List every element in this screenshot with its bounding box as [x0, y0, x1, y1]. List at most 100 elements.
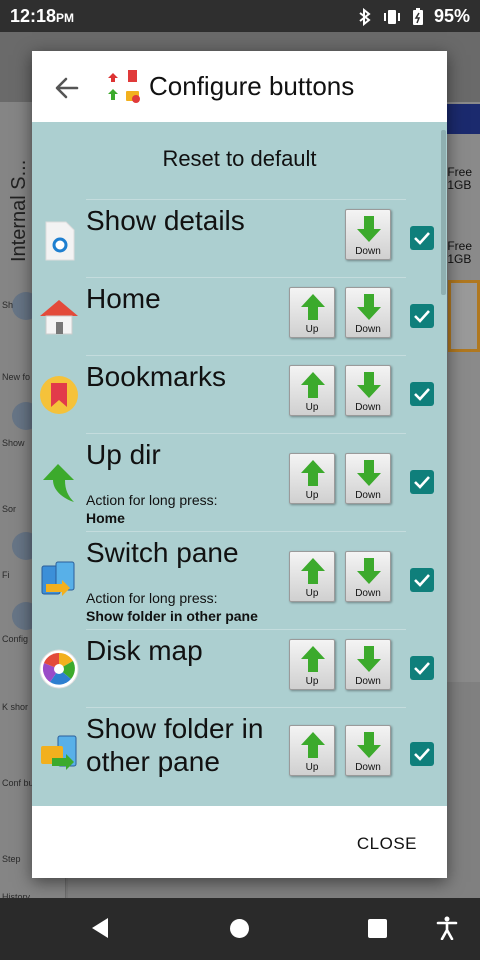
background-sidebar-label: Config: [2, 634, 29, 644]
move-up-button[interactable]: Up: [289, 453, 335, 504]
row-divider: [86, 707, 406, 708]
background-free-space: Free 1GB: [447, 239, 472, 266]
row-label: Up dir: [86, 439, 161, 470]
enabled-checkbox[interactable]: [410, 304, 434, 328]
enabled-checkbox[interactable]: [410, 382, 434, 406]
check-icon: [414, 476, 430, 489]
row-divider: [86, 199, 406, 200]
move-down-button[interactable]: Down: [345, 209, 391, 260]
arrow-up-icon: [301, 294, 325, 320]
status-icons: 95%: [358, 6, 470, 27]
row-label: Home: [86, 283, 161, 314]
move-down-button[interactable]: Down: [345, 287, 391, 338]
move-up-button[interactable]: Up: [289, 725, 335, 776]
enabled-checkbox[interactable]: [410, 470, 434, 494]
row-label: Disk map: [86, 635, 203, 666]
enabled-checkbox[interactable]: [410, 226, 434, 250]
background-sidebar-label: Step: [2, 854, 21, 864]
battery-icon: [412, 7, 423, 25]
close-button[interactable]: CLOSE: [357, 834, 417, 854]
dialog-header: Configure buttons: [32, 51, 447, 122]
arrow-up-icon: [301, 646, 325, 672]
row-label: Show folder in other pane: [86, 713, 264, 777]
enabled-checkbox[interactable]: [410, 656, 434, 680]
arrow-up-icon: [301, 558, 325, 584]
background-sidebar-label: Fi: [2, 570, 10, 580]
configure-buttons-dialog: Configure buttons Reset to default Show …: [32, 51, 447, 878]
check-icon: [414, 574, 430, 587]
bookmarks-icon: [40, 376, 78, 414]
move-up-button[interactable]: Up: [289, 365, 335, 416]
up-dir-icon: [43, 464, 74, 502]
move-down-button[interactable]: Down: [345, 453, 391, 504]
check-icon: [414, 662, 430, 675]
arrow-down-icon: [357, 732, 381, 758]
long-press-value: Show folder in other pane: [86, 608, 258, 624]
arrow-up-icon: [301, 460, 325, 486]
move-down-button[interactable]: Down: [345, 551, 391, 602]
check-icon: [414, 388, 430, 401]
row-label: Switch pane: [86, 537, 239, 568]
check-icon: [414, 232, 430, 245]
move-down-button[interactable]: Down: [345, 725, 391, 776]
arrow-down-icon: [357, 460, 381, 486]
row-label: Show details: [86, 205, 245, 236]
background-selected-tile: [448, 280, 480, 352]
dialog-footer: CLOSE: [32, 806, 447, 878]
reset-to-default-button[interactable]: Reset to default: [32, 146, 447, 172]
arrow-up-icon: [301, 372, 325, 398]
row-divider: [86, 531, 406, 532]
nav-home-button[interactable]: [230, 919, 249, 938]
dialog-title: Configure buttons: [149, 71, 355, 101]
nav-recents-button[interactable]: [368, 919, 387, 938]
row-label: Bookmarks: [86, 361, 227, 392]
arrow-down-icon: [357, 372, 381, 398]
background-free-space: Free 1GB: [447, 165, 472, 192]
enabled-checkbox[interactable]: [410, 742, 434, 766]
row-divider: [86, 355, 406, 356]
background-sidebar-label: Show: [2, 438, 25, 448]
move-up-button[interactable]: Up: [289, 551, 335, 602]
dialog-content: Reset to default Show details Down Home …: [32, 122, 447, 806]
background-sidebar-label: Sor: [2, 504, 17, 514]
nav-back-icon[interactable]: [90, 917, 110, 939]
enabled-checkbox[interactable]: [410, 568, 434, 592]
background-sidebar-label: New fo: [2, 372, 31, 382]
check-icon: [414, 748, 430, 761]
background-header-strip: [446, 104, 480, 134]
background-sidebar-label: Sh: [2, 300, 14, 310]
long-press-value: Home: [86, 510, 125, 526]
long-press-caption: Action for long press:: [86, 492, 218, 508]
check-icon: [414, 310, 430, 323]
status-bar: 12:18PM 95%: [0, 0, 480, 32]
row-divider: [86, 433, 406, 434]
switch-pane-icon: [41, 561, 75, 596]
arrow-down-icon: [357, 216, 381, 242]
arrow-back-icon: [55, 77, 79, 99]
move-up-button[interactable]: Up: [289, 287, 335, 338]
configure-buttons-icon: [104, 67, 144, 107]
background-storage-label: Internal S...: [8, 159, 30, 262]
move-down-button[interactable]: Down: [345, 365, 391, 416]
long-press-caption: Action for long press:: [86, 590, 218, 606]
arrow-down-icon: [357, 646, 381, 672]
status-time: 12:18PM: [10, 6, 75, 26]
disk-map-icon: [39, 649, 79, 689]
background-sidebar-label: K shor: [2, 702, 29, 712]
navigation-bar: [0, 898, 480, 960]
row-divider: [86, 277, 406, 278]
accessibility-icon[interactable]: [436, 916, 458, 940]
battery-percent: 95%: [433, 6, 470, 26]
back-button[interactable]: [52, 73, 82, 103]
home-icon: [40, 300, 78, 335]
move-up-button[interactable]: Up: [289, 639, 335, 690]
scrollbar[interactable]: [441, 130, 446, 295]
arrow-up-icon: [301, 732, 325, 758]
arrow-down-icon: [357, 558, 381, 584]
vibrate-icon: [383, 9, 400, 24]
bluetooth-icon: [359, 7, 371, 26]
move-down-button[interactable]: Down: [345, 639, 391, 690]
arrow-down-icon: [357, 294, 381, 320]
show-details-icon: [45, 221, 75, 261]
show-folder-other-pane-icon: [41, 735, 77, 770]
